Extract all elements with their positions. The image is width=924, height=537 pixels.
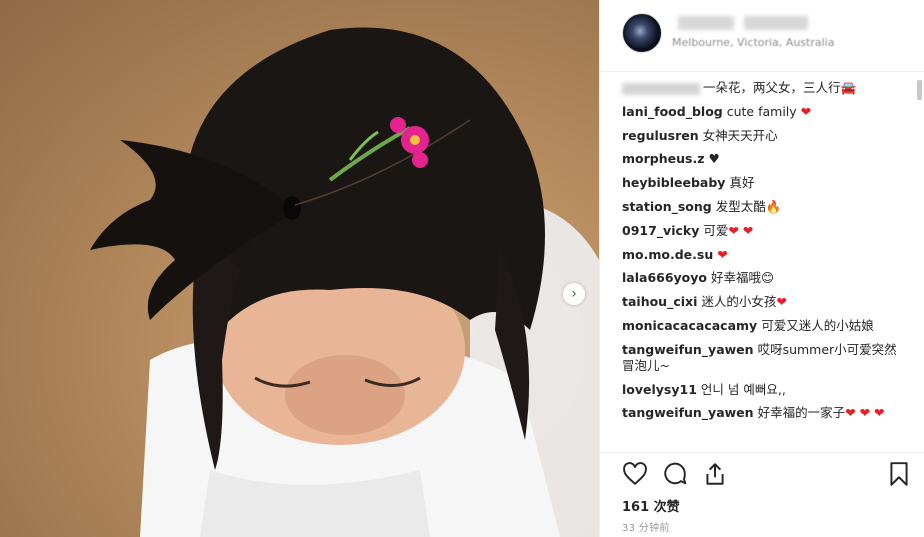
bookmark-icon[interactable] (886, 461, 912, 487)
comment-text: ♥ (708, 151, 720, 167)
comment-username[interactable]: lala666yoyo (622, 270, 707, 285)
comment-username[interactable]: tangweifun_yawen (622, 405, 754, 420)
comment-item: tangweifun_yawen 好幸福的一家子❤ ❤ ❤ (622, 405, 903, 421)
comment-username[interactable]: lovelysy11 (622, 382, 697, 397)
scrollbar-thumb[interactable] (917, 80, 922, 100)
heart-emoji-icon: ❤ (800, 103, 812, 119)
comment-username[interactable]: regulusren (622, 128, 699, 143)
username-redacted[interactable] (678, 16, 734, 30)
like-count[interactable]: 161 次赞 (622, 496, 680, 515)
comment-text: 可爱 (703, 222, 729, 238)
comment-text: 언니 넘 예뻐요,, (700, 381, 786, 397)
post-timestamp[interactable]: 33 分钟前 (622, 519, 670, 534)
location-link[interactable]: Melbourne, Victoria, Australia (672, 36, 912, 49)
post-header: Melbourne, Victoria, Australia (600, 0, 924, 72)
caption: 一朵花，两父女，三人行🚘 (622, 80, 903, 96)
comment-text: 好幸福的一家子 (757, 405, 846, 421)
heart-emoji-icon: ❤ ❤ ❤ (845, 405, 885, 421)
comment-item: regulusren 女神天天开心 (622, 128, 903, 144)
comment-item: lala666yoyo 好幸福哦😊 (622, 270, 903, 286)
avatar[interactable] (622, 13, 662, 53)
heart-emoji-icon: ❤ (776, 294, 787, 310)
username-redacted-2 (744, 16, 808, 30)
comment-username[interactable]: tangweifun_yawen (622, 342, 754, 357)
comment-text: 女神天天开心 (702, 127, 778, 143)
speech-bubble-icon[interactable] (662, 461, 688, 487)
comment-username[interactable]: monicacacacacamy (622, 318, 757, 333)
comment-item: mo.mo.de.su ❤ (622, 247, 903, 263)
comment-username[interactable]: heybibleebaby (622, 175, 725, 190)
comment-username[interactable]: mo.mo.de.su (622, 247, 713, 262)
comment-username[interactable]: station_song (622, 199, 712, 214)
comment-username[interactable]: taihou_cixi (622, 294, 697, 309)
share-upload-icon[interactable] (702, 461, 728, 487)
comment-item: lovelysy11 언니 넘 예뻐요,, (622, 382, 903, 398)
comment-text: cute family (726, 103, 801, 119)
comment-username[interactable]: morpheus.z (622, 151, 704, 166)
comment-item: tangweifun_yawen 哎呀summer小可爱突然冒泡儿~ (622, 342, 903, 374)
comment-item: lani_food_blog cute family ❤ (622, 104, 903, 120)
comment-item: heybibleebaby 真好 (622, 175, 903, 191)
heart-emoji-icon: ❤ (717, 246, 728, 262)
comment-item: monicacacacacamy 可爱又迷人的小姑娘 (622, 318, 903, 334)
comments-scrollbar[interactable] (917, 80, 922, 450)
post-actions: 161 次赞 33 分钟前 (600, 452, 924, 537)
caption-text: 一朵花，两父女，三人行🚘 (703, 80, 857, 95)
post-details-panel: Melbourne, Victoria, Australia 一朵花，两父女，三… (599, 0, 924, 537)
comment-text: 可爱又迷人的小姑娘 (761, 317, 874, 333)
comment-item: morpheus.z ♥ (622, 151, 903, 167)
comment-item: taihou_cixi 迷人的小女孩❤ (622, 294, 903, 310)
comment-username[interactable]: 0917_vicky (622, 223, 699, 238)
comment-text: 发型太酷🔥 (715, 198, 782, 214)
comment-text: 迷人的小女孩 (701, 294, 777, 310)
comment-text: 真好 (729, 175, 755, 191)
comment-username[interactable]: lani_food_blog (622, 104, 723, 119)
heart-emoji-icon: ❤ ❤ (728, 222, 754, 238)
post-photo[interactable]: › (0, 0, 599, 537)
comments-list: 一朵花，两父女，三人行🚘 lani_food_blog cute family ❤… (600, 80, 924, 452)
photo-illustration (90, 27, 599, 537)
comment-text: 好幸福哦😊 (711, 270, 775, 286)
comment-item: 0917_vicky 可爱❤ ❤ (622, 223, 903, 239)
heart-outline-icon[interactable] (622, 461, 648, 487)
next-photo-button[interactable]: › (563, 283, 585, 305)
caption-username-redacted[interactable] (622, 82, 700, 95)
comment-item: station_song 发型太酷🔥 (622, 199, 903, 215)
